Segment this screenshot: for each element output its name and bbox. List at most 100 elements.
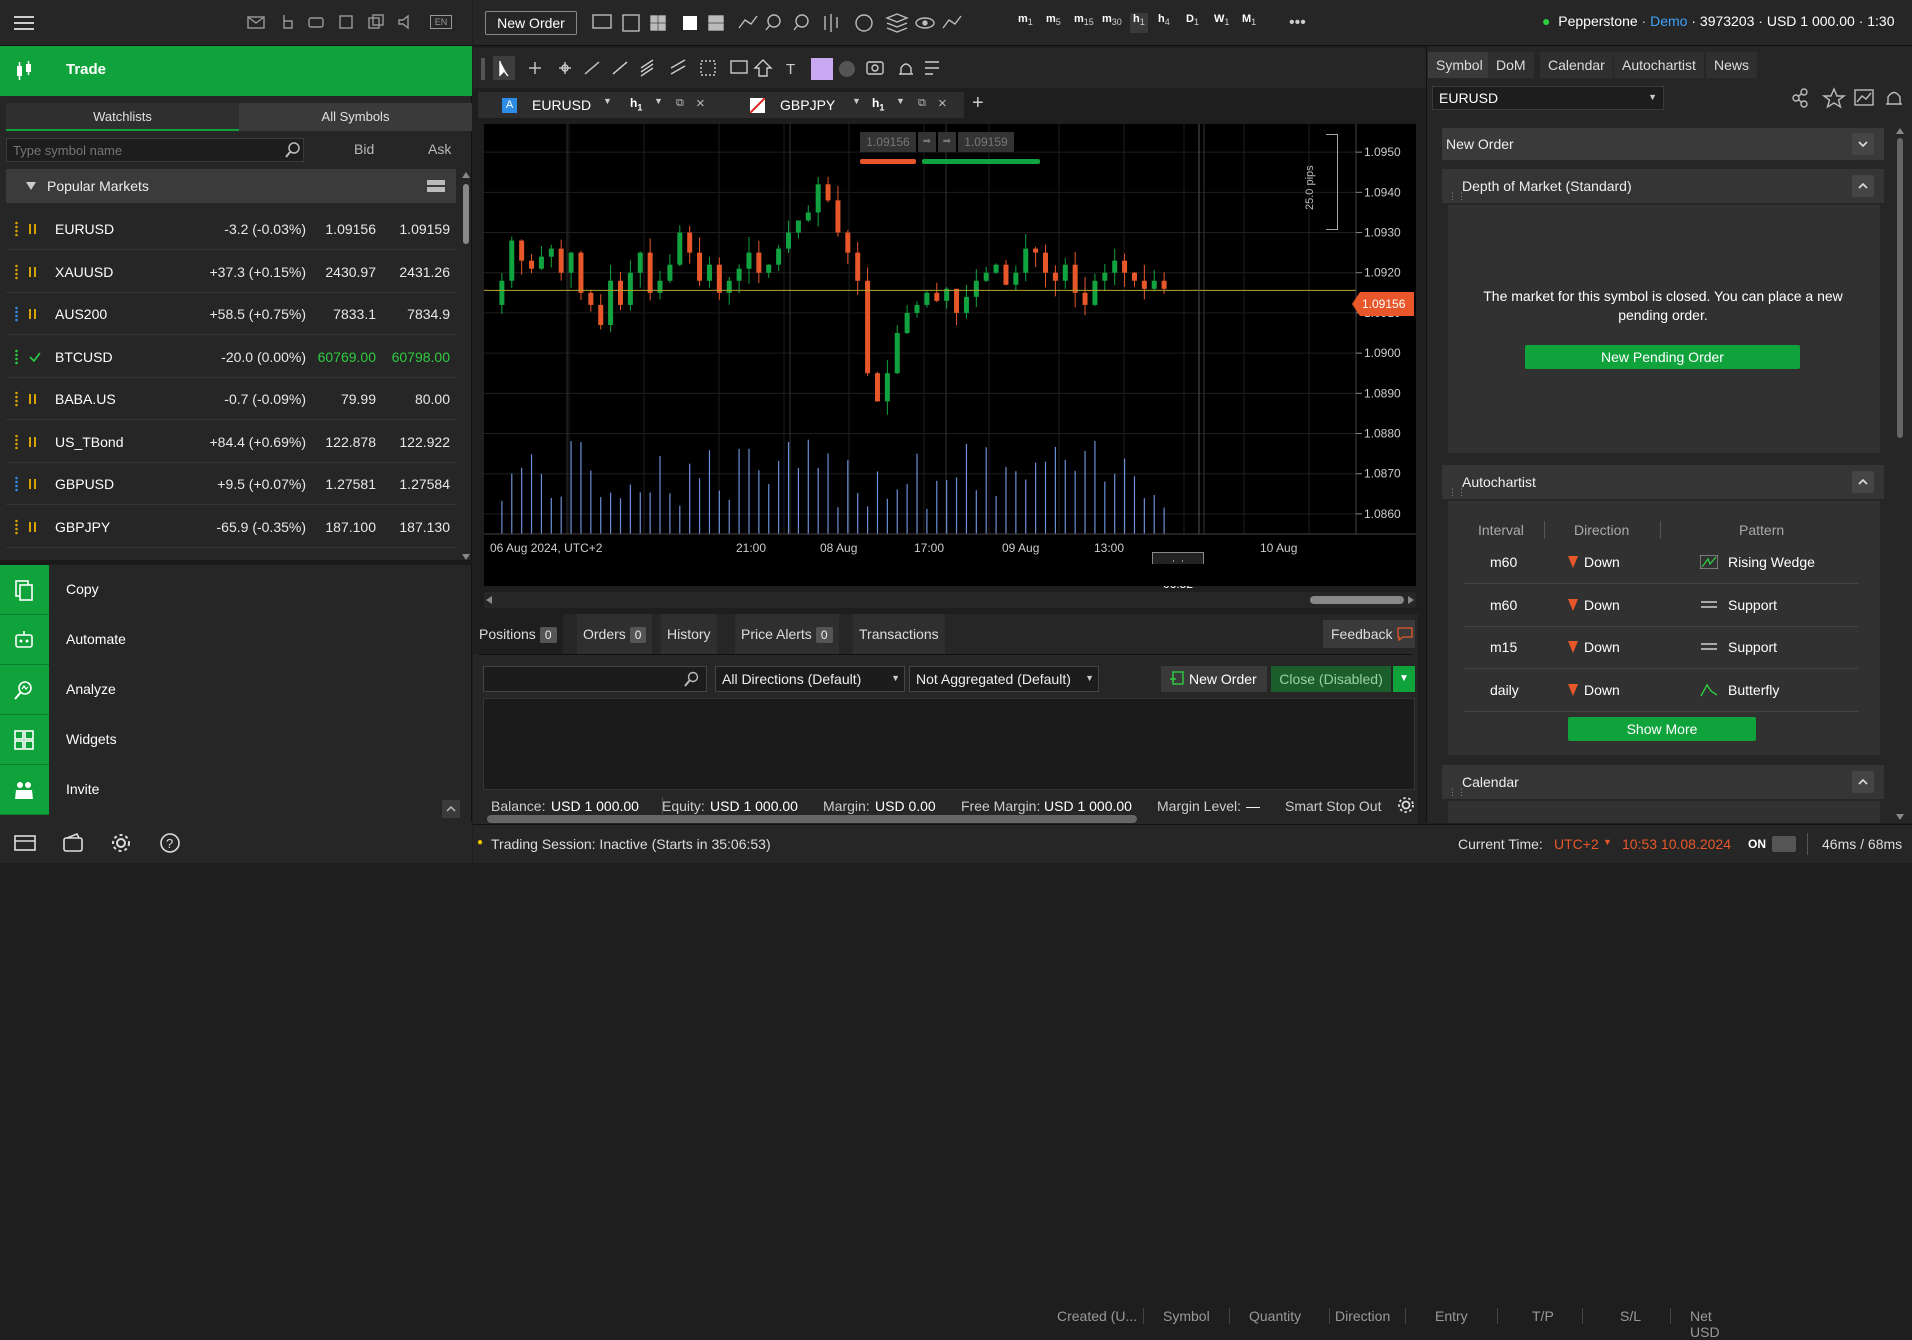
watchlist-row[interactable]: BTCUSD -20.0 (0.00%) 60769.00 60798.00 <box>6 336 456 378</box>
menu-item-automate[interactable]: Automate <box>0 615 472 665</box>
language-icon[interactable]: EN <box>430 15 452 29</box>
sell-price-button[interactable]: 1.09156 <box>860 132 916 152</box>
help-icon[interactable]: ? <box>159 832 181 854</box>
tab-symbol[interactable]: Symbol <box>1428 52 1491 78</box>
bid-value[interactable]: 60769.00 <box>318 349 376 365</box>
new-pending-order-button[interactable]: New Pending Order <box>1525 345 1800 369</box>
new-order-button[interactable]: New Order <box>1161 666 1267 692</box>
chevron-up-icon[interactable] <box>1852 471 1874 493</box>
timeframe-h4[interactable]: h4 <box>1158 13 1170 33</box>
bid-value[interactable]: 187.100 <box>325 519 376 535</box>
deposit-icon[interactable] <box>14 832 38 854</box>
show-more-button[interactable]: Show More <box>1568 717 1756 741</box>
section-header[interactable]: ⋮⋮ Calendar <box>1442 765 1884 799</box>
watchlist-row[interactable]: GBPUSD +9.5 (+0.07%) 1.27581 1.27584 <box>6 463 456 505</box>
ask-value[interactable]: 80.00 <box>415 391 450 407</box>
menu-item-invite[interactable]: Invite <box>0 765 472 815</box>
watchlist-scrollbar[interactable] <box>462 172 470 560</box>
tab-timeframe[interactable]: h1 <box>630 96 642 112</box>
section-header[interactable]: ⋮⋮ Autochartist <box>1442 465 1884 499</box>
print-icon[interactable] <box>306 12 328 34</box>
chart-tab-gbpjpy[interactable]: GBPJPY ▼ h1 ▼ ⧉ × <box>724 92 964 118</box>
timeframe-m30[interactable]: m30 <box>1102 13 1122 33</box>
drag-handle-icon[interactable] <box>14 391 19 407</box>
tab-autochartist[interactable]: Autochartist <box>1614 52 1704 78</box>
settings-gear-icon[interactable] <box>1397 796 1415 814</box>
buy-price-button[interactable]: 1.09159 <box>958 132 1014 152</box>
collapse-menu-icon[interactable] <box>442 800 460 818</box>
timeframe-dropdown-icon[interactable]: ▼ <box>654 96 663 106</box>
popular-markets-group[interactable]: Popular Markets <box>6 169 456 203</box>
new-order-button[interactable]: New Order <box>485 11 577 35</box>
tab-timeframe[interactable]: h1 <box>872 96 884 112</box>
timeframe-D1[interactable]: D1 <box>1186 13 1199 33</box>
bid-value[interactable]: 1.09156 <box>325 221 376 237</box>
timeframe-W1[interactable]: W1 <box>1214 13 1229 33</box>
bid-value[interactable]: 2430.97 <box>325 264 376 280</box>
price-chart[interactable]: 1.09501.09401.09301.09201.09101.09001.08… <box>484 124 1416 591</box>
add-tab-icon[interactable]: + <box>972 92 984 115</box>
autochartist-row[interactable]: daily Down Butterfly <box>1464 670 1858 712</box>
menu-item-analyze[interactable]: Analyze <box>0 665 472 715</box>
ask-value[interactable]: 60798.00 <box>392 349 450 365</box>
account-info[interactable]: ● Pepperstone · Demo · 3973203 · USD 1 0… <box>1542 13 1895 29</box>
tab-transactions[interactable]: Transactions <box>853 614 945 654</box>
chevron-down-icon[interactable]: ▼ <box>1603 837 1612 847</box>
drag-handle-icon[interactable] <box>14 476 19 492</box>
direction-filter-select[interactable]: All Directions (Default) ▼ <box>715 666 905 692</box>
column-header[interactable]: Created (U... <box>1057 1308 1137 1324</box>
menu-item-widgets[interactable]: Widgets <box>0 715 472 765</box>
tab-dom[interactable]: DoM <box>1488 52 1534 78</box>
column-header[interactable]: Net USD <box>1690 1308 1720 1340</box>
tab-all-symbols[interactable]: All Symbols <box>239 103 472 131</box>
column-header[interactable]: Direction <box>1335 1308 1390 1324</box>
watchlist-row[interactable]: GBPJPY -65.9 (-0.35%) 187.100 187.130 <box>6 506 456 548</box>
aggregate-filter-select[interactable]: Not Aggregated (Default) ▼ <box>909 666 1099 692</box>
tab-news[interactable]: News <box>1706 52 1758 78</box>
drag-handle-icon[interactable] <box>14 306 19 322</box>
timeframe-dropdown-icon[interactable]: ▼ <box>896 96 905 106</box>
summary-scrollbar[interactable] <box>487 815 1137 823</box>
chart-scrollbar[interactable] <box>484 592 1416 608</box>
ask-value[interactable]: 187.130 <box>399 519 450 535</box>
timeframe-m1[interactable]: m1 <box>1018 13 1033 33</box>
close-options-chevron-icon[interactable]: ▼ <box>1393 666 1415 692</box>
column-header[interactable]: T/P <box>1532 1308 1554 1324</box>
chevron-up-icon[interactable] <box>1852 771 1874 793</box>
ask-value[interactable]: 7834.9 <box>407 306 450 322</box>
bid-value[interactable]: 7833.1 <box>333 306 376 322</box>
touch-icon[interactable] <box>276 12 298 34</box>
hamburger-menu-icon[interactable] <box>14 12 36 34</box>
ask-value[interactable]: 1.09159 <box>399 221 450 237</box>
drag-handle-icon[interactable] <box>14 434 19 450</box>
chevron-up-icon[interactable] <box>1852 175 1874 197</box>
watchlist-row[interactable]: AUS200 +58.5 (+0.75%) 7833.1 7834.9 <box>6 293 456 335</box>
column-header[interactable]: Entry <box>1435 1308 1468 1324</box>
autochartist-row[interactable]: m15 Down Support <box>1464 627 1858 669</box>
windows-icon[interactable] <box>366 12 388 34</box>
fullscreen-icon[interactable] <box>336 12 358 34</box>
watchlist-row[interactable]: US_TBond +84.4 (+0.69%) 122.878 122.922 <box>6 421 456 463</box>
mail-icon[interactable] <box>246 12 268 34</box>
timeframe-h1[interactable]: h1 <box>1130 13 1148 33</box>
chart-canvas[interactable]: 1.09501.09401.09301.09201.09101.09001.08… <box>484 124 1416 564</box>
timeframe-m5[interactable]: m5 <box>1046 13 1061 33</box>
bid-value[interactable]: 79.99 <box>341 391 376 407</box>
symbol-search-input[interactable] <box>6 138 304 162</box>
bid-value[interactable]: 122.878 <box>325 434 376 450</box>
menu-item-copy[interactable]: Copy <box>0 565 472 615</box>
search-icon[interactable] <box>284 141 302 159</box>
autochartist-row[interactable]: m60 Down Support <box>1464 585 1858 627</box>
autochartist-row[interactable]: m60 Down Rising Wedge <box>1464 542 1858 584</box>
tab-watchlists[interactable]: Watchlists <box>6 103 239 131</box>
chart-tab-eurusd[interactable]: A EURUSD ▼ h1 ▼ ⧉ × <box>478 92 728 118</box>
new-order-section[interactable]: New Order <box>1442 128 1884 160</box>
chevron-down-icon[interactable] <box>1852 133 1874 155</box>
timeframe-M1[interactable]: M1 <box>1242 13 1256 33</box>
close-tab-icon[interactable]: × <box>938 95 947 112</box>
toggle-switch[interactable] <box>1772 836 1796 852</box>
watchlist-row[interactable]: XAUUSD +37.3 (+0.15%) 2430.97 2431.26 <box>6 251 456 293</box>
right-scrollbar[interactable] <box>1896 128 1904 820</box>
wallet-icon[interactable] <box>62 832 86 854</box>
more-icon[interactable]: ••• <box>1289 14 1306 32</box>
